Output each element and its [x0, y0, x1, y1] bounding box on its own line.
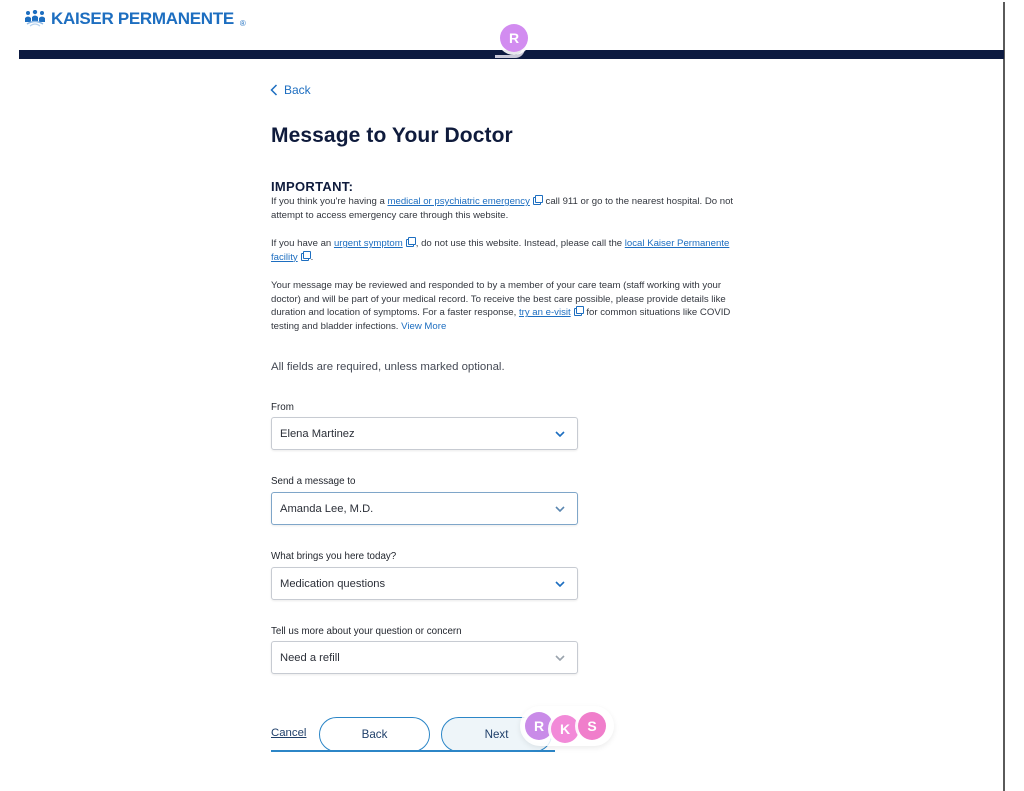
- back-link[interactable]: Back: [270, 83, 311, 97]
- external-link-icon: [300, 250, 311, 261]
- urgent-symptom-link[interactable]: urgent symptom: [334, 238, 403, 249]
- kaiser-people-icon: [25, 10, 45, 27]
- recipient-select-value: Amanda Lee, M.D.: [280, 502, 374, 515]
- brand-logo[interactable]: KAISER PERMANENTE ®: [24, 9, 246, 29]
- from-label: From: [271, 402, 294, 413]
- e-visit-link[interactable]: try an e-visit: [519, 307, 571, 318]
- notice-text: .: [310, 251, 314, 263]
- required-fields-note: All fields are required, unless marked o…: [271, 361, 505, 373]
- from-select-value: Elena Martinez: [280, 427, 355, 440]
- recipient-select[interactable]: Amanda Lee, M.D.: [271, 492, 578, 525]
- chevron-down-icon: [555, 505, 565, 512]
- collaborator-avatar-k[interactable]: K: [551, 715, 579, 743]
- page-title: Message to Your Doctor: [271, 124, 513, 147]
- chevron-down-icon: [555, 654, 565, 661]
- window-edge: [1003, 2, 1005, 791]
- collaborator-avatar-s[interactable]: S: [578, 712, 606, 740]
- external-link-icon: [405, 237, 416, 247]
- concern-select[interactable]: Need a refill: [271, 641, 578, 674]
- concern-select-value: Need a refill: [280, 651, 340, 664]
- reason-label: What brings you here today?: [271, 551, 397, 562]
- care-team-notice: Your message may be reviewed and respond…: [271, 279, 751, 333]
- chevron-left-icon: [270, 84, 278, 96]
- emergency-link[interactable]: medical or psychiatric emergency: [388, 196, 530, 207]
- view-more-link[interactable]: View More: [401, 321, 446, 332]
- collaborator-avatar-r[interactable]: R: [525, 712, 553, 740]
- collaborator-avatar-r[interactable]: R: [500, 24, 528, 52]
- external-link-icon: [573, 306, 584, 317]
- important-heading: IMPORTANT:: [271, 179, 354, 194]
- chevron-down-icon: [555, 430, 565, 437]
- emergency-notice: If you think you're having a medical or …: [271, 195, 751, 222]
- from-select[interactable]: Elena Martinez: [271, 417, 578, 450]
- notice-text: If you have an: [271, 238, 334, 249]
- concern-label: Tell us more about your question or conc…: [271, 626, 462, 637]
- reason-select[interactable]: Medication questions: [271, 567, 578, 600]
- back-button[interactable]: Back: [319, 717, 430, 752]
- reason-select-value: Medication questions: [280, 577, 386, 590]
- button-row-underline: [271, 750, 555, 752]
- urgent-notice: If you have an urgent symptom , do not us…: [271, 237, 751, 264]
- brand-name: KAISER PERMANENTE: [51, 9, 234, 28]
- back-link-label: Back: [284, 83, 311, 97]
- cancel-link[interactable]: Cancel: [271, 727, 306, 739]
- notice-text: If you think you're having a: [271, 196, 388, 207]
- notice-text: , do not use this website. Instead, plea…: [415, 238, 625, 249]
- registered-mark: ®: [239, 18, 246, 28]
- external-link-icon: [532, 195, 543, 205]
- chevron-down-icon: [555, 580, 565, 587]
- recipient-label: Send a message to: [271, 476, 356, 487]
